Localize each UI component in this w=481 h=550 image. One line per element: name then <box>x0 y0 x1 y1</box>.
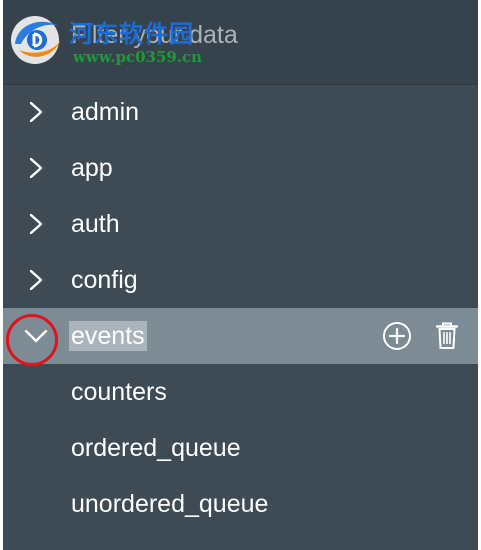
tree-node-label: app <box>71 154 113 182</box>
tree-node-label: events <box>69 321 147 351</box>
trash-icon <box>435 322 459 349</box>
tree-node-auth[interactable]: auth <box>3 196 478 252</box>
tree-node-counters[interactable]: counters <box>3 364 478 420</box>
chevron-right-icon[interactable] <box>21 84 51 140</box>
tree-node-unordered-queue[interactable]: unordered_queue <box>3 476 478 532</box>
tree-node-admin[interactable]: admin <box>3 84 478 140</box>
data-browser-panel: 河东软件园 www.pc0359.cn admin app auth <box>3 0 478 550</box>
filter-input[interactable] <box>3 0 478 84</box>
tree-node-app[interactable]: app <box>3 140 478 196</box>
plus-circle-icon <box>383 322 411 350</box>
tree-node-events[interactable]: events <box>3 308 478 366</box>
tree-node-label: admin <box>71 98 140 126</box>
row-actions <box>382 308 462 364</box>
tree-node-label: auth <box>71 210 120 238</box>
tree-node-label: counters <box>71 378 167 406</box>
tree-node-label: ordered_queue <box>71 434 241 462</box>
chevron-right-icon[interactable] <box>21 252 51 308</box>
filter-bar <box>3 0 478 85</box>
tree-node-label: config <box>71 266 138 294</box>
delete-node-button[interactable] <box>432 321 462 351</box>
chevron-right-icon[interactable] <box>21 196 51 252</box>
add-child-button[interactable] <box>382 321 412 351</box>
tree-node-ordered-queue[interactable]: ordered_queue <box>3 420 478 476</box>
data-tree: admin app auth config events counters or… <box>3 84 478 532</box>
chevron-down-icon[interactable] <box>21 308 51 364</box>
chevron-right-icon[interactable] <box>21 140 51 196</box>
tree-node-config[interactable]: config <box>3 252 478 308</box>
tree-node-label: unordered_queue <box>71 490 269 518</box>
